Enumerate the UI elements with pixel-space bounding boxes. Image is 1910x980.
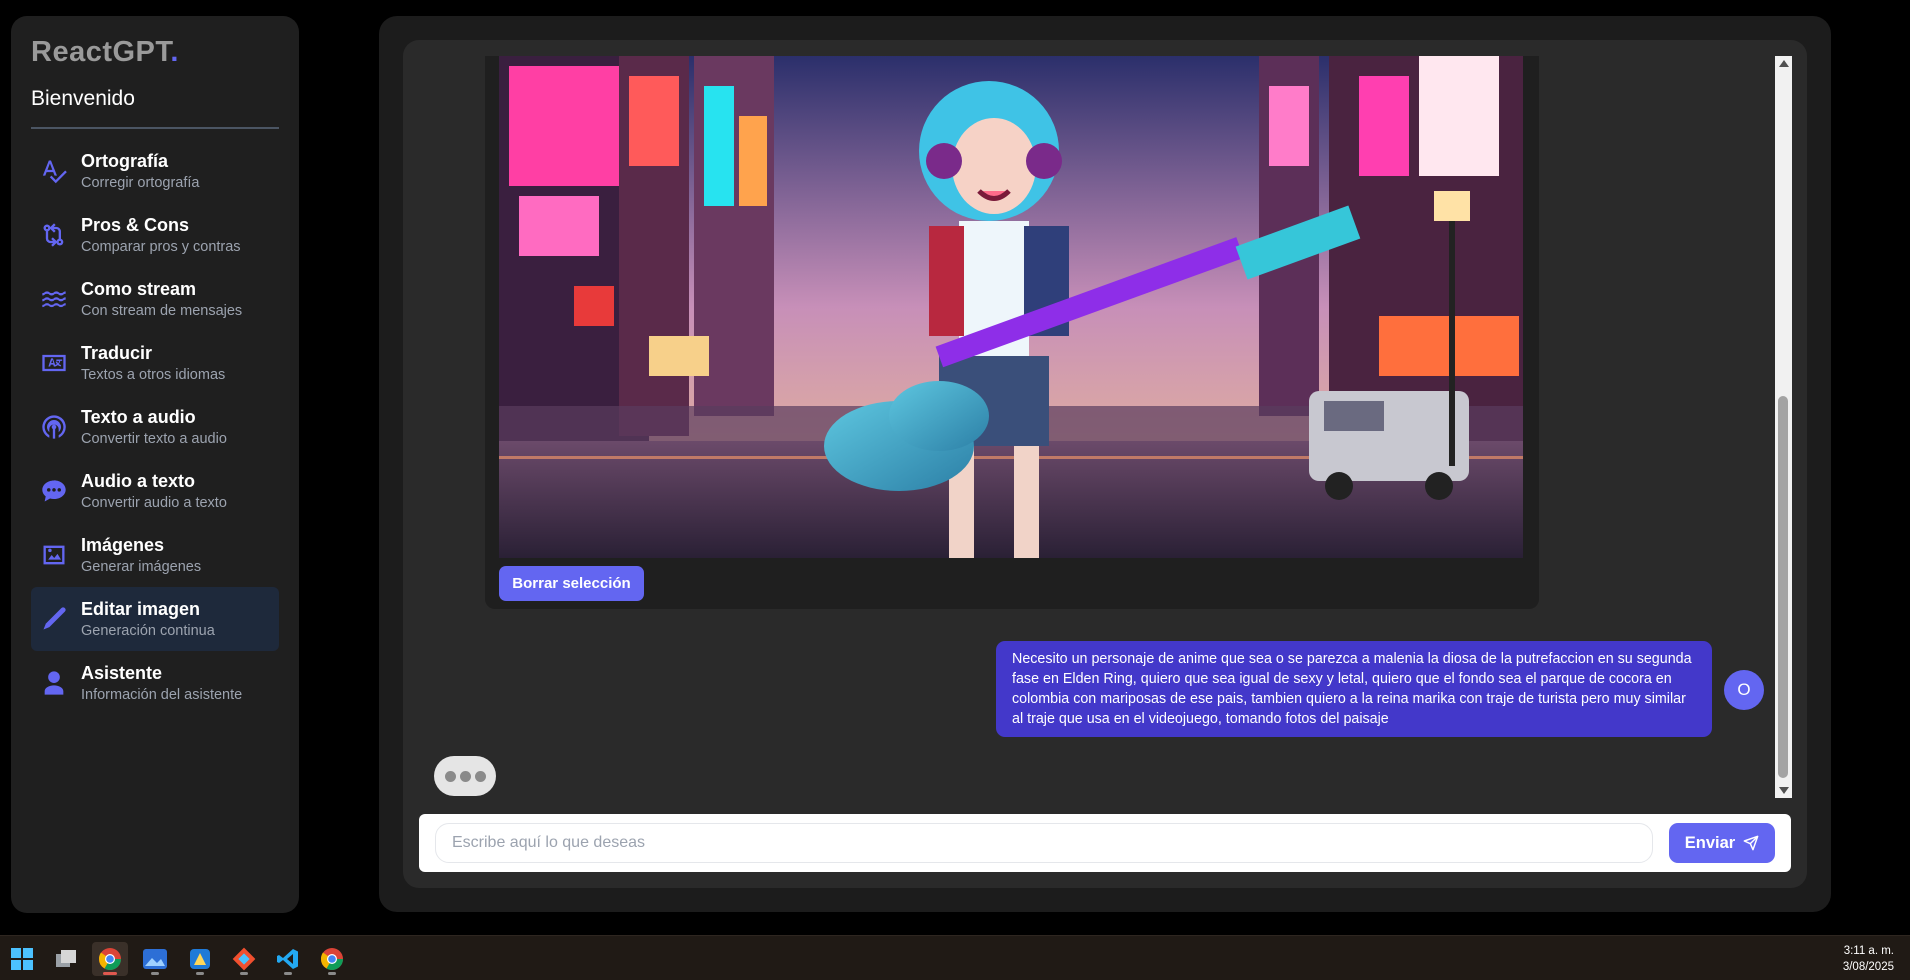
send-button[interactable]: Enviar bbox=[1669, 823, 1775, 863]
photos-icon[interactable] bbox=[137, 942, 173, 976]
sidebar-nav: Ortografía Corregir ortografía Pros & Con… bbox=[31, 139, 279, 715]
clear-selection-button[interactable]: Borrar selección bbox=[499, 566, 644, 601]
sidebar-item-asistente[interactable]: Asistente Información del asistente bbox=[31, 651, 279, 715]
sidebar-item-texto-a-audio[interactable]: Texto a audio Convertir texto a audio bbox=[31, 395, 279, 459]
sidebar-item-editar-imagen[interactable]: Editar imagen Generación continua bbox=[31, 587, 279, 651]
sidebar: ReactGPT. Bienvenido Ortografía Corregir … bbox=[11, 16, 299, 913]
sidebar-item-ortografia[interactable]: Ortografía Corregir ortografía bbox=[31, 139, 279, 203]
send-label: Enviar bbox=[1684, 833, 1736, 852]
vscode-icon[interactable] bbox=[270, 942, 306, 976]
message-input[interactable] bbox=[435, 823, 1653, 863]
task-view-icon[interactable] bbox=[48, 942, 84, 976]
open-indicator bbox=[240, 972, 248, 975]
scroll-down-icon[interactable] bbox=[1779, 787, 1789, 794]
open-indicator bbox=[328, 972, 336, 975]
typing-indicator bbox=[434, 756, 496, 796]
chat-scrollbar[interactable] bbox=[1775, 56, 1792, 798]
sidebar-item-imagenes[interactable]: Imágenes Generar imágenes bbox=[31, 523, 279, 587]
chat-bubble-icon bbox=[37, 474, 71, 508]
paint-icon[interactable] bbox=[182, 942, 218, 976]
windows-start-icon[interactable] bbox=[4, 942, 40, 976]
chrome-icon[interactable] bbox=[92, 942, 128, 976]
welcome-heading: Bienvenido bbox=[31, 87, 279, 129]
typing-dot bbox=[459, 770, 471, 782]
sidebar-item-traducir[interactable]: Traducir Textos a otros idiomas bbox=[31, 331, 279, 395]
open-indicator bbox=[284, 972, 292, 975]
compare-arrows-icon bbox=[37, 218, 71, 252]
image-icon bbox=[37, 538, 71, 572]
sidebar-item-como-stream[interactable]: Como stream Con stream de mensajes bbox=[31, 267, 279, 331]
chrome-icon[interactable] bbox=[314, 942, 350, 976]
avatar: O bbox=[1724, 670, 1764, 710]
active-indicator bbox=[103, 972, 117, 975]
spellcheck-icon bbox=[37, 154, 71, 188]
open-indicator bbox=[196, 972, 204, 975]
scroll-up-icon[interactable] bbox=[1779, 60, 1789, 67]
user-icon bbox=[37, 666, 71, 700]
sidebar-item-pros-cons[interactable]: Pros & Cons Comparar pros y contras bbox=[31, 203, 279, 267]
typing-dot bbox=[474, 770, 486, 782]
clock-time: 3:11 a. m. bbox=[1843, 945, 1894, 957]
message-composer: Enviar bbox=[419, 814, 1791, 872]
generated-image[interactable] bbox=[499, 56, 1523, 558]
sidebar-item-audio-a-texto[interactable]: Audio a texto Convertir audio a texto bbox=[31, 459, 279, 523]
taskbar: 3:11 a. m. 3/08/2025 bbox=[0, 935, 1910, 980]
clock-date: 3/08/2025 bbox=[1842, 961, 1894, 973]
scroll-thumb[interactable] bbox=[1778, 396, 1788, 778]
podcast-icon bbox=[37, 410, 71, 444]
system-clock[interactable]: 3:11 a. m. 3/08/2025 bbox=[1843, 943, 1894, 975]
open-indicator bbox=[151, 972, 159, 975]
waves-icon bbox=[37, 282, 71, 316]
send-icon bbox=[1743, 835, 1759, 851]
brand-logo: ReactGPT. bbox=[31, 36, 179, 68]
pencil-icon bbox=[37, 602, 71, 636]
git-icon[interactable] bbox=[226, 942, 262, 976]
typing-dot bbox=[444, 770, 456, 782]
user-message-bubble: Necesito un personaje de anime que sea o… bbox=[996, 641, 1712, 737]
translate-icon bbox=[37, 346, 71, 380]
